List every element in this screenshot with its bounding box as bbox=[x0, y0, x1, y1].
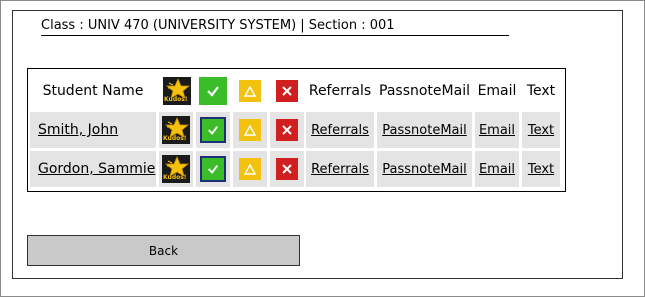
referrals-link[interactable]: Referrals bbox=[306, 112, 374, 148]
table-cell: Kudos! bbox=[159, 112, 193, 148]
column-header-referrals: Referrals bbox=[308, 83, 372, 99]
table-cell bbox=[270, 112, 304, 148]
email-link[interactable]: Email bbox=[475, 112, 519, 148]
column-header-email: Email bbox=[477, 83, 517, 99]
check-button[interactable] bbox=[200, 117, 226, 143]
kudos-icon: Kudos! bbox=[163, 77, 191, 105]
table-cell bbox=[196, 112, 230, 148]
class-section-title: Class : UNIV 470 (UNIVERSITY SYSTEM) | S… bbox=[41, 17, 509, 36]
back-button[interactable]: Back bbox=[27, 235, 300, 266]
table-cell bbox=[233, 112, 267, 148]
table-cell bbox=[233, 151, 267, 187]
column-header-cancel bbox=[270, 71, 304, 111]
column-header-text: Text bbox=[526, 83, 556, 99]
table-cell bbox=[270, 151, 304, 187]
column-header-kudos: Kudos! bbox=[159, 71, 195, 111]
column-header-student-name: Student Name bbox=[42, 83, 144, 99]
cancel-button[interactable] bbox=[276, 119, 298, 141]
student-name-link[interactable]: Gordon, Sammie bbox=[30, 151, 156, 187]
email-link[interactable]: Email bbox=[475, 151, 519, 187]
kudos-button[interactable]: Kudos! bbox=[162, 116, 190, 144]
passnotemail-link[interactable]: PassnoteMail bbox=[377, 151, 472, 187]
student-name-link[interactable]: Smith, John bbox=[30, 112, 156, 148]
warning-button[interactable] bbox=[239, 158, 261, 180]
column-header-passnotemail: PassnoteMail bbox=[379, 83, 470, 99]
passnotemail-link[interactable]: PassnoteMail bbox=[377, 112, 472, 148]
table-cell bbox=[196, 151, 230, 187]
students-table: Student Name Kudos! Referrals PassnoteMa… bbox=[27, 68, 566, 192]
check-button[interactable] bbox=[200, 156, 226, 182]
text-link[interactable]: Text bbox=[522, 112, 560, 148]
close-icon[interactable] bbox=[276, 80, 298, 102]
cancel-button[interactable] bbox=[276, 158, 298, 180]
table-cell: Kudos! bbox=[159, 151, 193, 187]
check-all-icon[interactable] bbox=[199, 77, 227, 105]
warning-button[interactable] bbox=[239, 119, 261, 141]
kudos-button[interactable]: Kudos! bbox=[162, 155, 190, 183]
column-header-check bbox=[196, 71, 230, 111]
referrals-link[interactable]: Referrals bbox=[306, 151, 374, 187]
warning-triangle-icon[interactable] bbox=[239, 80, 261, 102]
column-header-warning bbox=[233, 71, 267, 111]
text-link[interactable]: Text bbox=[522, 151, 560, 187]
